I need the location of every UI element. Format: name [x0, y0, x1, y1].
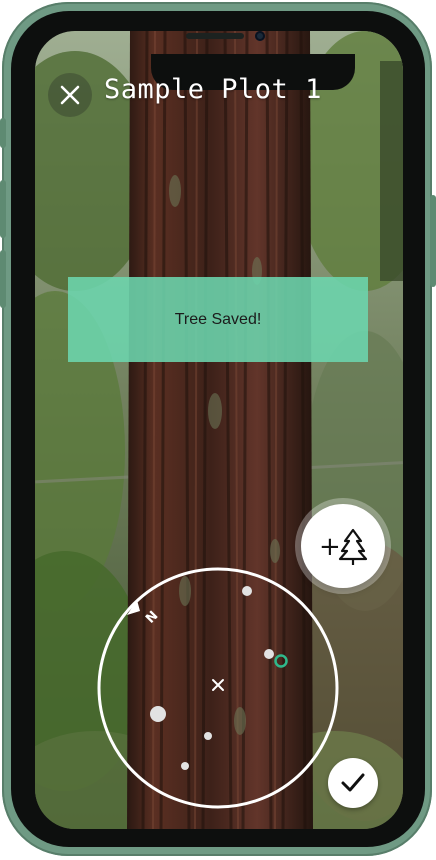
tree-marker	[204, 732, 212, 740]
checkmark-icon	[341, 773, 365, 792]
speaker-grille	[186, 33, 244, 39]
close-icon	[60, 85, 80, 105]
toast-message: Tree Saved!	[174, 310, 262, 328]
side-button	[0, 118, 6, 148]
x-marker-icon	[212, 679, 224, 691]
tree-icon	[338, 528, 368, 565]
confirm-button[interactable]	[328, 758, 378, 808]
tree-saved-toast: Tree Saved!	[68, 277, 368, 362]
north-label: N	[143, 608, 161, 626]
tree-marker	[181, 762, 189, 770]
tree-marker	[264, 649, 274, 659]
tree-marker	[242, 586, 252, 596]
side-button	[0, 180, 6, 238]
side-button	[430, 195, 436, 287]
close-button[interactable]	[48, 73, 92, 117]
tree-marker	[150, 706, 166, 722]
add-tree-glyph: +	[319, 528, 368, 565]
add-plus-label: +	[319, 532, 341, 562]
front-camera	[255, 31, 265, 41]
compass-radar[interactable]: N	[97, 567, 339, 809]
page-title: Sample Plot 1	[104, 74, 322, 105]
side-button	[0, 250, 6, 308]
tree-marker-new	[274, 654, 288, 668]
